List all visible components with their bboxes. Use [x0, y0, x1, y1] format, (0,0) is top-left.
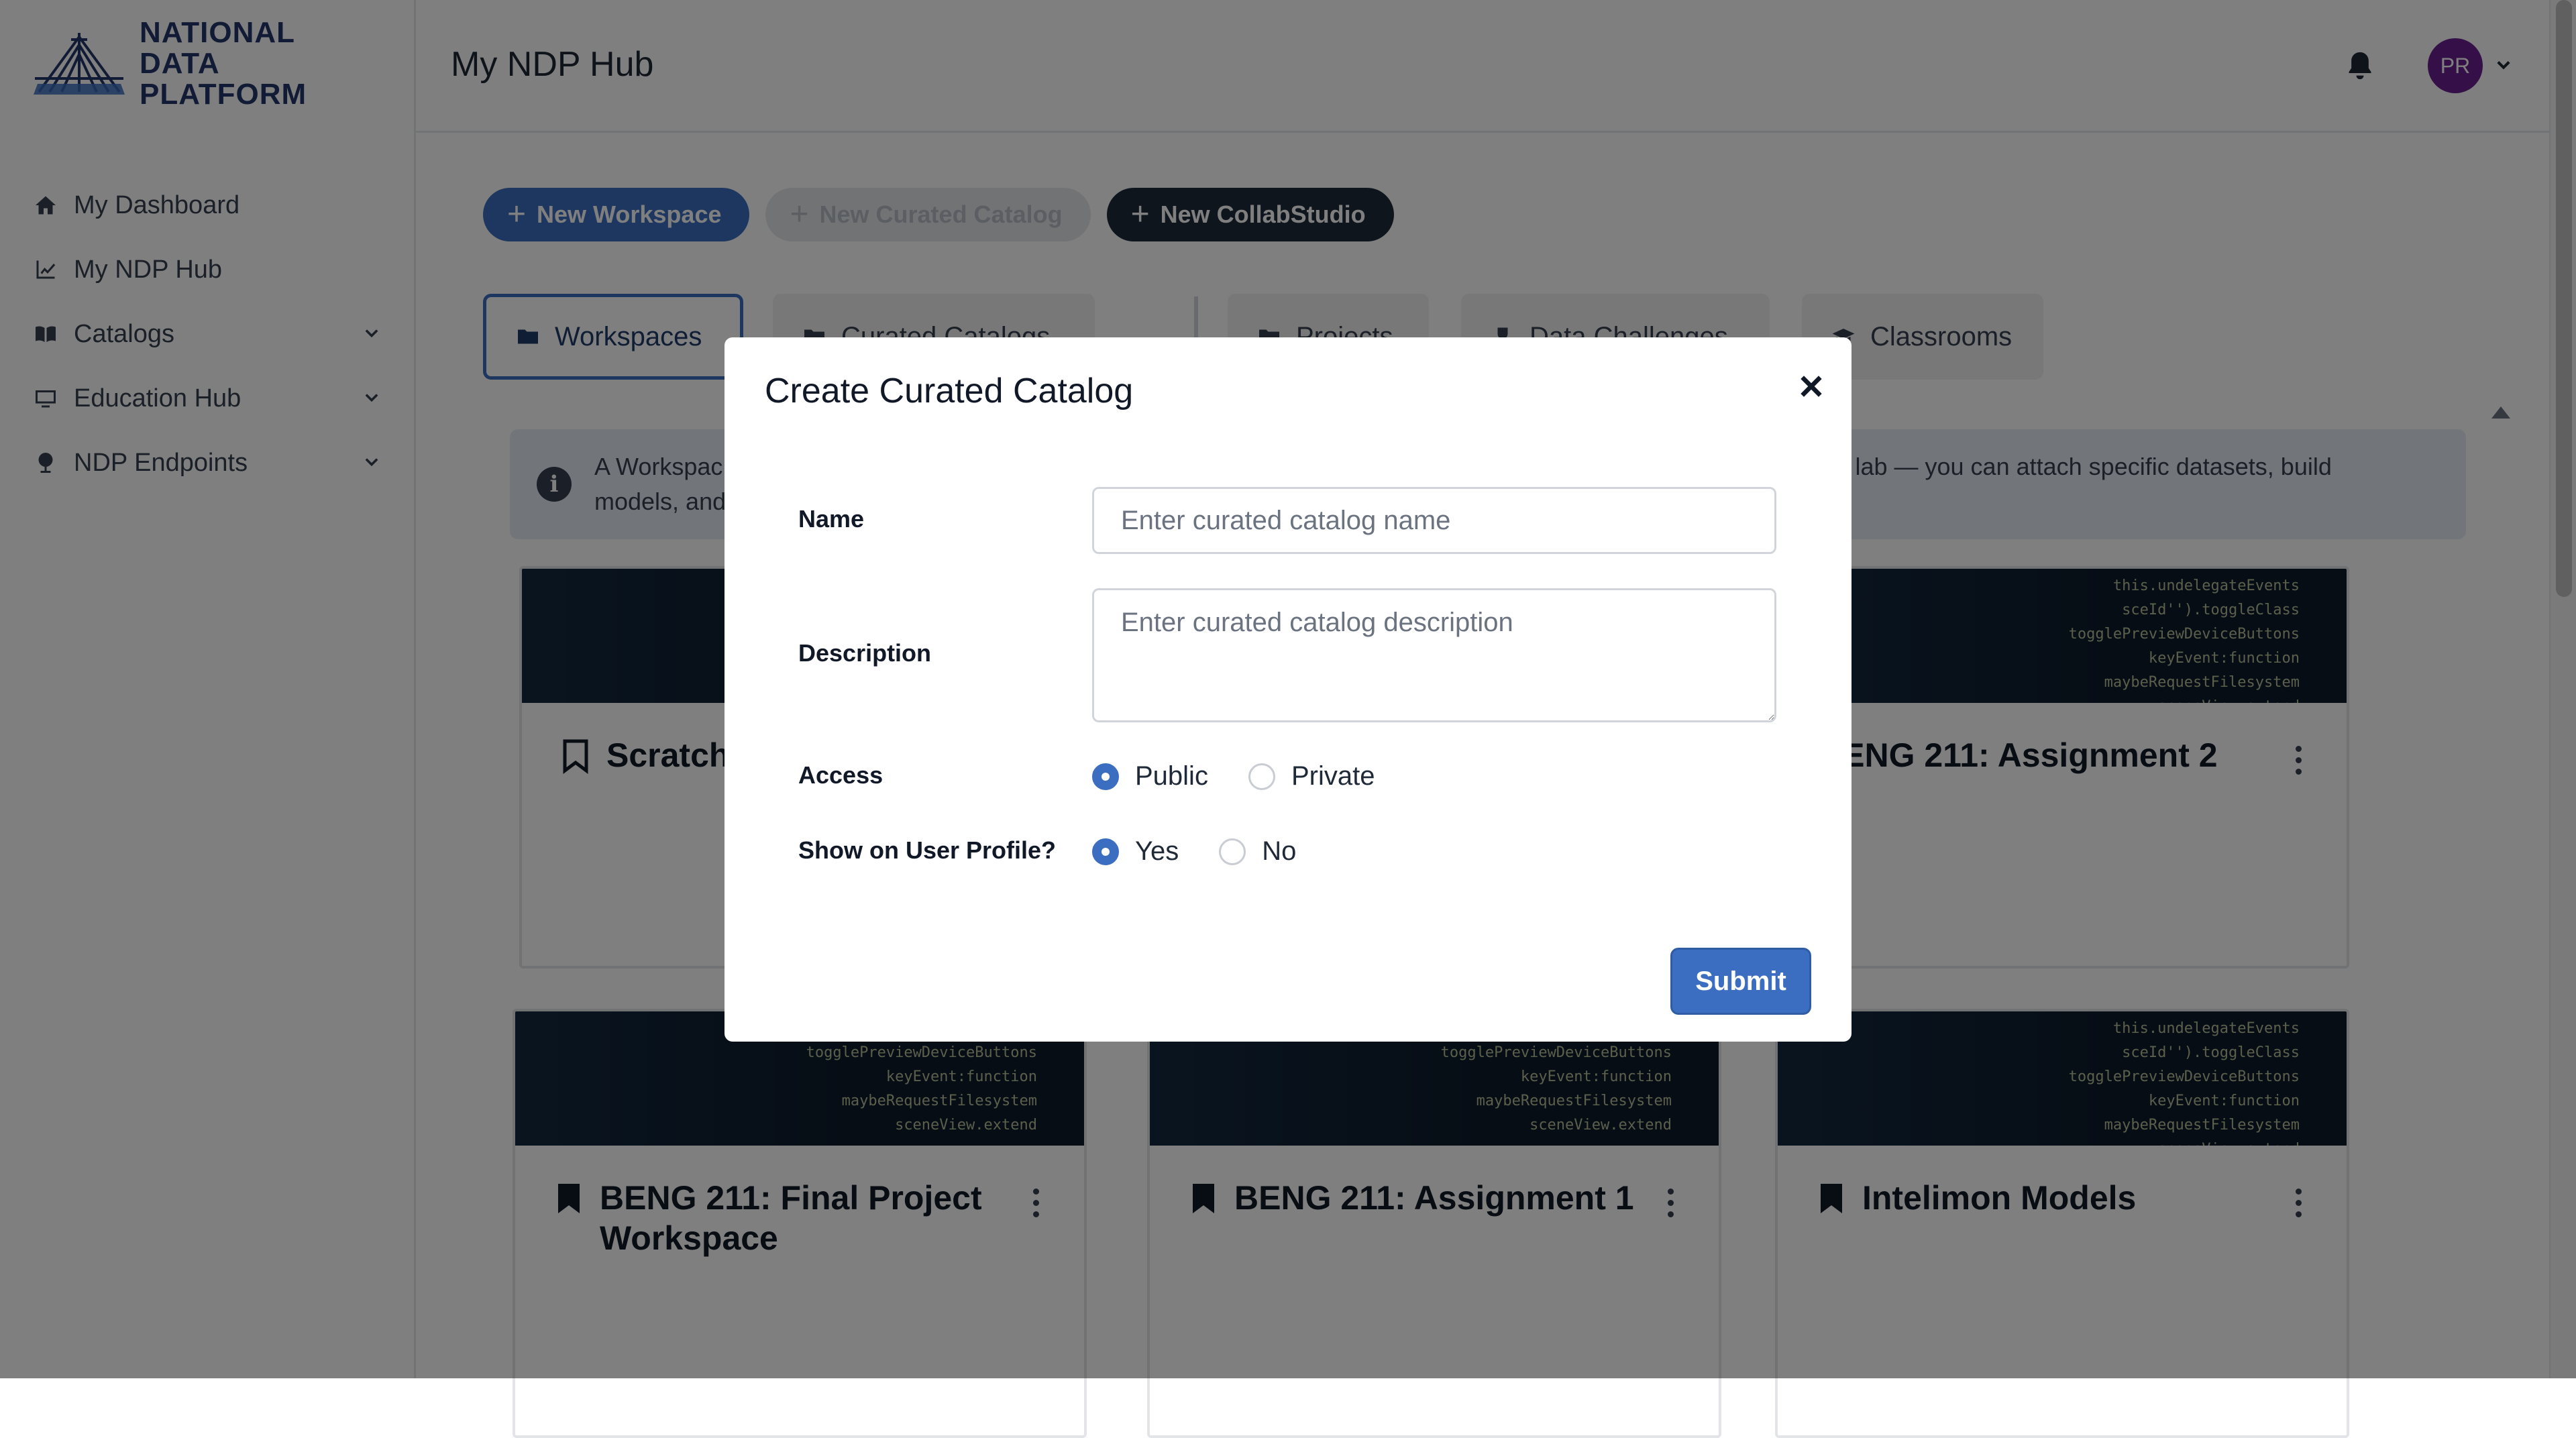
radio-label: Public [1135, 761, 1208, 791]
name-label: Name [798, 505, 865, 533]
description-textarea[interactable] [1092, 588, 1776, 722]
access-radio-group: Public Private [1092, 761, 1375, 791]
radio-private[interactable] [1248, 763, 1275, 790]
access-public-option[interactable]: Public [1092, 761, 1208, 791]
radio-label: Private [1291, 761, 1375, 791]
radio-label: Yes [1135, 836, 1179, 866]
radio-label: No [1262, 836, 1297, 866]
radio-public[interactable] [1092, 763, 1119, 790]
submit-button[interactable]: Submit [1670, 948, 1811, 1015]
radio-no[interactable] [1219, 838, 1246, 865]
create-curated-catalog-modal: Create Curated Catalog Name Description … [724, 337, 1851, 1042]
close-icon[interactable] [1788, 363, 1835, 410]
access-private-option[interactable]: Private [1248, 761, 1375, 791]
profile-no-option[interactable]: No [1219, 836, 1296, 867]
description-label: Description [798, 639, 932, 667]
profile-yes-option[interactable]: Yes [1092, 836, 1179, 867]
profile-radio-group: Yes No [1092, 836, 1296, 867]
name-input[interactable] [1092, 487, 1776, 554]
radio-yes[interactable] [1092, 838, 1119, 865]
access-label: Access [798, 761, 883, 789]
modal-title: Create Curated Catalog [765, 372, 1134, 410]
show-on-profile-label: Show on User Profile? [798, 836, 1057, 864]
